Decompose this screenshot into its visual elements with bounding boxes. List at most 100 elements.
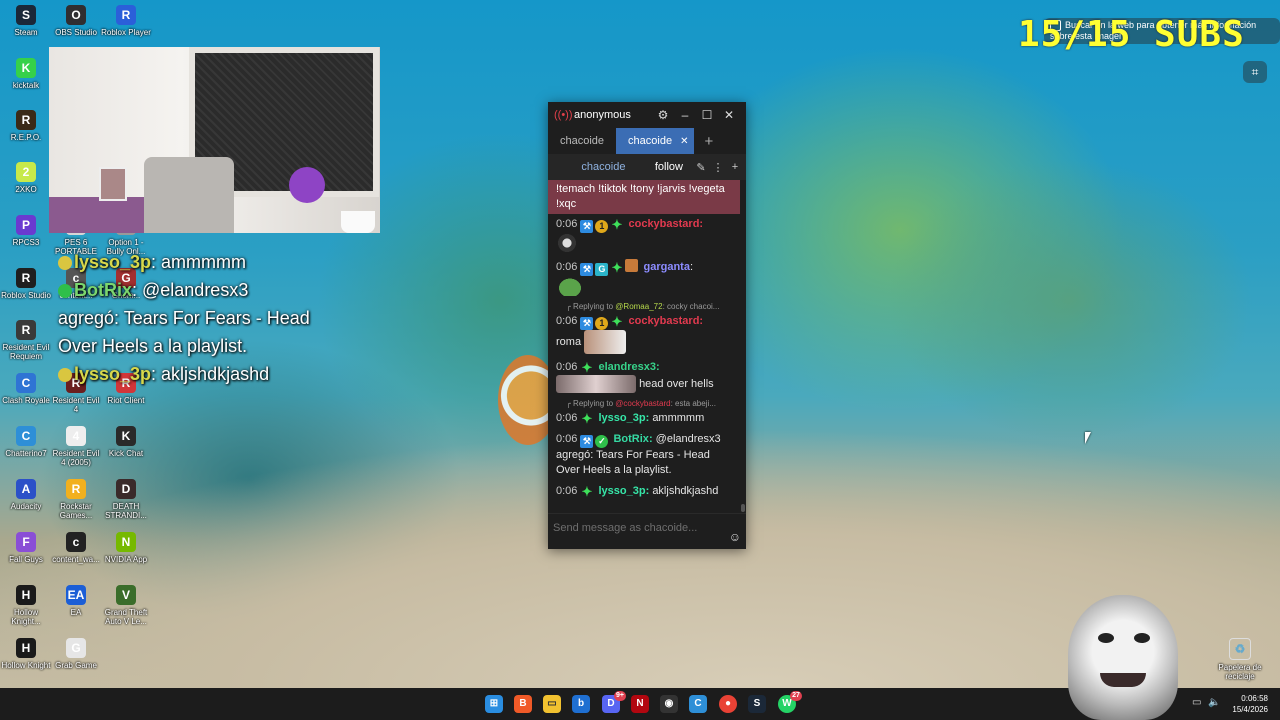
maximize-button[interactable]: ☐ [696,108,718,122]
gg-badge-icon: G [595,263,609,276]
username[interactable]: cockybastard [628,315,699,327]
desktop-icon[interactable]: R Roblox Player [100,5,152,37]
steam-icon[interactable]: S [748,695,766,713]
grand-theft-auto-v-le-icon: V [116,585,136,605]
pepe-emote-icon [556,276,584,296]
whatsapp-icon[interactable]: W 27 [778,691,802,713]
desktop-icon[interactable]: G Grab Game [50,638,102,670]
death-strandi-icon: D [116,479,136,499]
account-name[interactable]: anonymous [574,109,652,121]
chat-message: 0:06 ⚒ 1 ✦ cockybastard: roma [548,311,740,357]
desktop-icon[interactable]: R R.E.P.O. [0,110,52,142]
streamer-face-overlay [1068,595,1178,720]
desktop-icon[interactable]: D DEATH STRANDI... [100,479,152,520]
desktop-icon[interactable]: F Fall Guys [0,532,52,564]
username[interactable]: lysso_3p [598,485,645,497]
discord-icon[interactable]: D 9+ [602,691,626,713]
moderator-badge-icon: ⚒ [580,317,594,330]
ea-icon: EA [66,585,86,605]
username[interactable]: lysso_3p [598,412,645,424]
channel-header: chacoide follow ✎ ⋮ + [548,154,746,180]
desktop-icon[interactable]: R Roblox Studio [0,268,52,300]
recycle-bin[interactable]: ♻ Papelera de reciclaje [1214,638,1266,681]
desktop-icon[interactable]: 4 Resident Evil 4 (2005) [50,426,102,467]
visual-search-button[interactable]: ⌗ [1243,61,1267,83]
settings-gear-icon[interactable]: ⚙ [652,108,674,122]
username[interactable]: elandresx3 [598,361,655,373]
taskbar-clock[interactable]: 0:06:58 15/4/2026 [1232,693,1268,715]
chatterino7-icon: C [16,426,36,446]
desktop-icon[interactable]: H Hollow Knight [0,638,52,670]
subscriber-badge-icon: 1 [595,220,609,233]
message-input[interactable]: Send message as chacoide... ☺ [548,513,746,549]
audacity-icon: A [16,479,36,499]
desktop-icon[interactable]: C Chatterino7 [0,426,52,458]
subs-counter: 15/15 SUBS [1018,14,1245,55]
tab-chacoide[interactable]: chacoide [548,128,616,154]
overlay-chat-line: lysso_3p: ammmmm [58,248,348,276]
minimize-button[interactable]: – [674,108,696,122]
desktop-icon[interactable]: S Steam [0,5,52,37]
window-titlebar: ((•)) anonymous ⚙ – ☐ ✕ [548,102,746,128]
username[interactable]: garganta [643,261,689,273]
desktop-icon[interactable]: V Grand Theft Auto V Le... [100,585,152,626]
sparkle-badge-icon: ✦ [611,260,623,275]
username[interactable]: cockybastard [628,218,699,230]
channel-name[interactable]: chacoide [552,161,655,173]
r-e-p-o-icon: R [16,110,36,130]
more-options-icon[interactable]: ⋮ [711,161,725,174]
add-split-icon[interactable]: + [728,161,742,173]
clash-royale-icon: C [16,373,36,393]
desktop-icon[interactable]: Kkicktalk [0,58,52,90]
chat-scrollbar[interactable] [740,180,746,514]
sparkle-badge-icon: ✦ [581,360,593,375]
bing-icon[interactable]: b [572,695,590,713]
desktop-icon[interactable]: 2 2XKO [0,162,52,194]
username[interactable]: BotRix [613,433,648,445]
tab-chacoide-active[interactable]: chacoide ✕ [616,128,695,154]
stream-chat-overlay: lysso_3p: ammmmm BotRix: @elandresx3 agr… [58,248,348,388]
netflix-icon[interactable]: N [631,695,649,713]
scrollbar-thumb[interactable] [741,504,745,512]
volume-icon[interactable]: 🔈 [1208,697,1220,708]
kick-chat-icon: K [116,426,136,446]
obs-icon[interactable]: ◉ [660,695,678,713]
close-tab-icon[interactable]: ✕ [680,136,688,147]
file-explorer-icon[interactable]: ▭ [543,695,561,713]
resident-evil-4-2005-icon: 4 [66,426,86,446]
content-wa-icon: c [66,532,86,552]
brave-browser-icon[interactable]: B [514,695,532,713]
desktop-icon[interactable]: N NVIDIA App [100,532,152,564]
penguin-emote-icon [556,233,578,253]
network-icon[interactable]: ▭ [1192,697,1201,708]
desktop-icon[interactable]: A Audacity [0,479,52,511]
chrome-icon[interactable]: ● [719,695,737,713]
desktop-icon[interactable]: EA EA [50,585,102,617]
brush-icon[interactable]: ✎ [694,161,708,174]
webcam-photo-frame [99,167,127,201]
reply-context[interactable]: ╭ Replying to @cockybastard: esta abeji.… [548,396,740,408]
desktop-icon[interactable]: K Kick Chat [100,426,152,458]
desktop-icon[interactable]: C Clash Royale [0,373,52,405]
reply-context[interactable]: ╭ Replying to @Romaa_72: cocky chacoi... [548,299,740,311]
verified-badge-icon [58,284,72,299]
desktop-icon[interactable]: R Rockstar Games... [50,479,102,520]
grab-game-icon: G [66,638,86,658]
windows-start-icon[interactable]: ⊞ [485,695,503,713]
nvidia-app-icon: N [116,532,136,552]
desktop-icon[interactable]: c content_wa... [50,532,102,564]
recycle-bin-icon: ♻ [1229,638,1251,660]
add-tab-button[interactable]: + [694,128,723,154]
emoji-picker-icon[interactable]: ☺ [729,530,741,544]
chatterino-icon[interactable]: C [689,695,707,713]
channel-tabs: chacoide chacoide ✕ + [548,128,746,154]
follow-button[interactable]: follow [655,161,683,173]
close-button[interactable]: ✕ [718,108,740,122]
desktop-icon[interactable]: H Hollow Knight... [0,585,52,626]
desktop-icon[interactable]: R Resident Evil Requiem [0,320,52,361]
desktop-icon[interactable]: O OBS Studio [50,5,102,37]
hollow-knight-icon: H [16,638,36,658]
desktop-icon[interactable]: P RPCS3 [0,215,52,247]
chat-messages[interactable]: !temach !tiktok !tony !jarvis !vegeta !x… [548,180,740,514]
sparkle-badge-icon: ✦ [581,484,593,499]
